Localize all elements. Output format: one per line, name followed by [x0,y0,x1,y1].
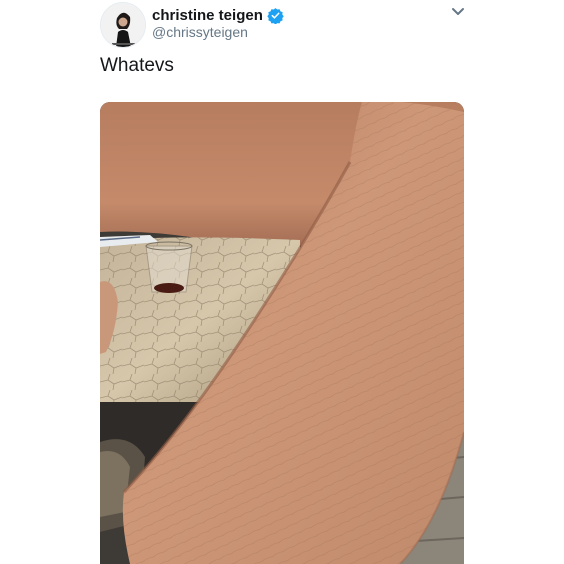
profile-avatar[interactable] [100,2,146,48]
display-name[interactable]: christine teigen [152,7,263,24]
avatar-image [101,3,145,47]
tweet-photo[interactable] [100,102,464,564]
author-name-row: christine teigen [152,5,284,25]
chevron-down-icon[interactable] [449,5,467,19]
user-handle[interactable]: @chrissyteigen [152,24,248,40]
tweet-text: Whatevs [100,55,174,76]
verified-badge-icon [267,7,284,24]
photo-image [100,102,464,564]
tweet-card: christine teigen @chrissyteigen Whatevs [0,0,564,564]
